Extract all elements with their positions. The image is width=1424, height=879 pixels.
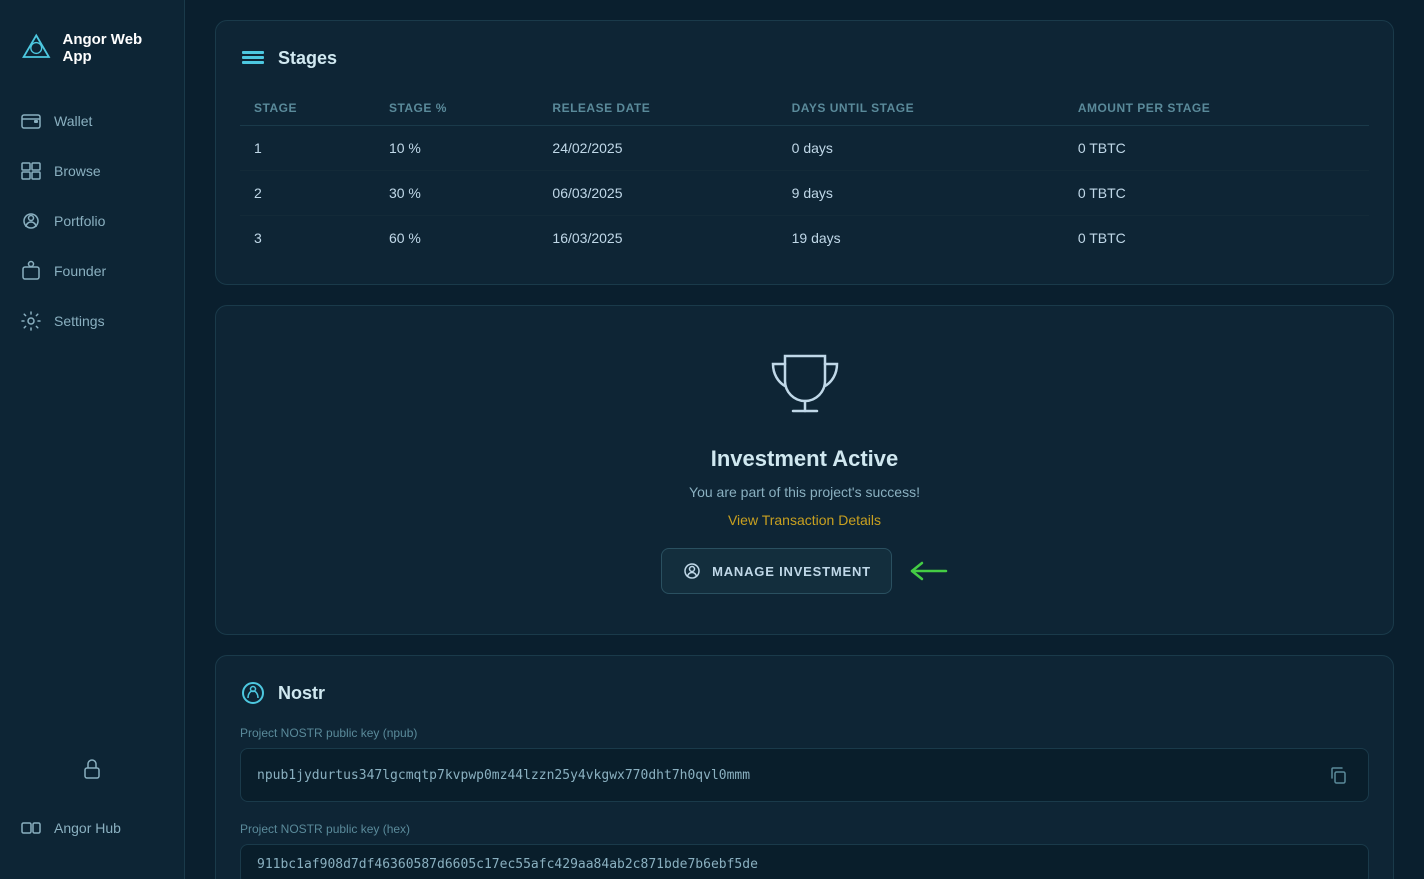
app-name: Angor Web App [62, 31, 164, 65]
lock-icon-container[interactable] [20, 747, 164, 791]
sidebar-item-browse-label: Browse [54, 163, 101, 179]
founder-icon [20, 260, 42, 282]
stages-card-header: Stages [240, 45, 1369, 71]
sidebar: Angor Web App Wallet [0, 0, 185, 879]
table-row: 110 %24/02/20250 days0 TBTC [240, 126, 1369, 171]
col-days-until: DAYS UNTIL STAGE [778, 91, 1064, 126]
settings-icon [20, 310, 42, 332]
table-cell-percent: 60 % [375, 216, 538, 261]
hex-field: 911bc1af908d7df46360587d6605c17ec55afc42… [240, 844, 1369, 879]
hex-value: 911bc1af908d7df46360587d6605c17ec55afc42… [257, 857, 1352, 872]
app-logo[interactable]: Angor Web App [0, 20, 184, 96]
manage-investment-row: MANAGE INVESTMENT [661, 548, 948, 594]
arrow-indicator [908, 559, 948, 583]
copy-icon [1328, 765, 1348, 785]
table-cell-amount: 0 TBTC [1064, 171, 1369, 216]
sidebar-item-browse[interactable]: Browse [0, 146, 184, 196]
table-cell-stage: 3 [240, 216, 375, 261]
sidebar-item-portfolio[interactable]: Portfolio [0, 196, 184, 246]
table-cell-days_until: 0 days [778, 126, 1064, 171]
npub-value: npub1jydurtus347lgcmqtp7kvpwp0mz44lzzn25… [257, 768, 1314, 783]
npub-copy-button[interactable] [1324, 761, 1352, 789]
table-cell-release_date: 06/03/2025 [538, 171, 777, 216]
npub-field: npub1jydurtus347lgcmqtp7kvpwp0mz44lzzn25… [240, 748, 1369, 802]
table-cell-days_until: 9 days [778, 171, 1064, 216]
portfolio-icon [20, 210, 42, 232]
view-transaction-link[interactable]: View Transaction Details [728, 512, 881, 528]
stages-icon [240, 45, 266, 71]
wallet-icon [20, 110, 42, 132]
table-cell-amount: 0 TBTC [1064, 216, 1369, 261]
hub-label: Angor Hub [54, 820, 121, 836]
sidebar-item-founder[interactable]: Founder [0, 246, 184, 296]
manage-investment-button[interactable]: MANAGE INVESTMENT [661, 548, 892, 594]
table-row: 360 %16/03/202519 days0 TBTC [240, 216, 1369, 261]
sidebar-item-portfolio-label: Portfolio [54, 213, 105, 229]
table-cell-release_date: 16/03/2025 [538, 216, 777, 261]
nostr-card-header: Nostr [240, 680, 1369, 706]
col-stage-pct: STAGE % [375, 91, 538, 126]
table-cell-percent: 30 % [375, 171, 538, 216]
npub-label: Project NOSTR public key (npub) [240, 726, 1369, 740]
arrow-icon [908, 559, 948, 583]
sidebar-item-founder-label: Founder [54, 263, 106, 279]
table-cell-amount: 0 TBTC [1064, 126, 1369, 171]
sidebar-item-settings[interactable]: Settings [0, 296, 184, 346]
investment-subtitle: You are part of this project's success! [689, 484, 920, 500]
table-cell-release_date: 24/02/2025 [538, 126, 777, 171]
logo-icon [20, 30, 52, 66]
sidebar-item-wallet-label: Wallet [54, 113, 92, 129]
stages-title: Stages [278, 48, 337, 69]
stages-table: STAGE STAGE % RELEASE DATE DAYS UNTIL ST… [240, 91, 1369, 260]
col-stage: STAGE [240, 91, 375, 126]
hex-label: Project NOSTR public key (hex) [240, 822, 1369, 836]
trophy-icon [765, 346, 845, 426]
browse-icon [20, 160, 42, 182]
stages-card: Stages STAGE STAGE % RELEASE DATE DAYS U… [215, 20, 1394, 285]
nostr-card: Nostr Project NOSTR public key (npub) np… [215, 655, 1394, 879]
sidebar-item-wallet[interactable]: Wallet [0, 96, 184, 146]
nostr-section: Project NOSTR public key (npub) npub1jyd… [240, 726, 1369, 879]
investment-title: Investment Active [711, 446, 898, 472]
main-content: Stages STAGE STAGE % RELEASE DATE DAYS U… [185, 0, 1424, 879]
sidebar-item-hub[interactable]: Angor Hub [20, 807, 164, 849]
col-amount: AMOUNT PER STAGE [1064, 91, 1369, 126]
table-cell-stage: 1 [240, 126, 375, 171]
table-cell-stage: 2 [240, 171, 375, 216]
lock-icon [80, 757, 104, 781]
nostr-icon [240, 680, 266, 706]
sidebar-nav: Wallet Browse Por [0, 96, 184, 737]
table-row: 230 %06/03/20259 days0 TBTC [240, 171, 1369, 216]
nostr-title: Nostr [278, 683, 325, 704]
manage-button-label: MANAGE INVESTMENT [712, 564, 871, 579]
table-cell-days_until: 19 days [778, 216, 1064, 261]
manage-icon [682, 561, 702, 581]
hub-icon [20, 817, 42, 839]
col-release-date: RELEASE DATE [538, 91, 777, 126]
investment-card: Investment Active You are part of this p… [215, 305, 1394, 635]
sidebar-bottom: Angor Hub [0, 737, 184, 859]
sidebar-item-settings-label: Settings [54, 313, 105, 329]
table-cell-percent: 10 % [375, 126, 538, 171]
